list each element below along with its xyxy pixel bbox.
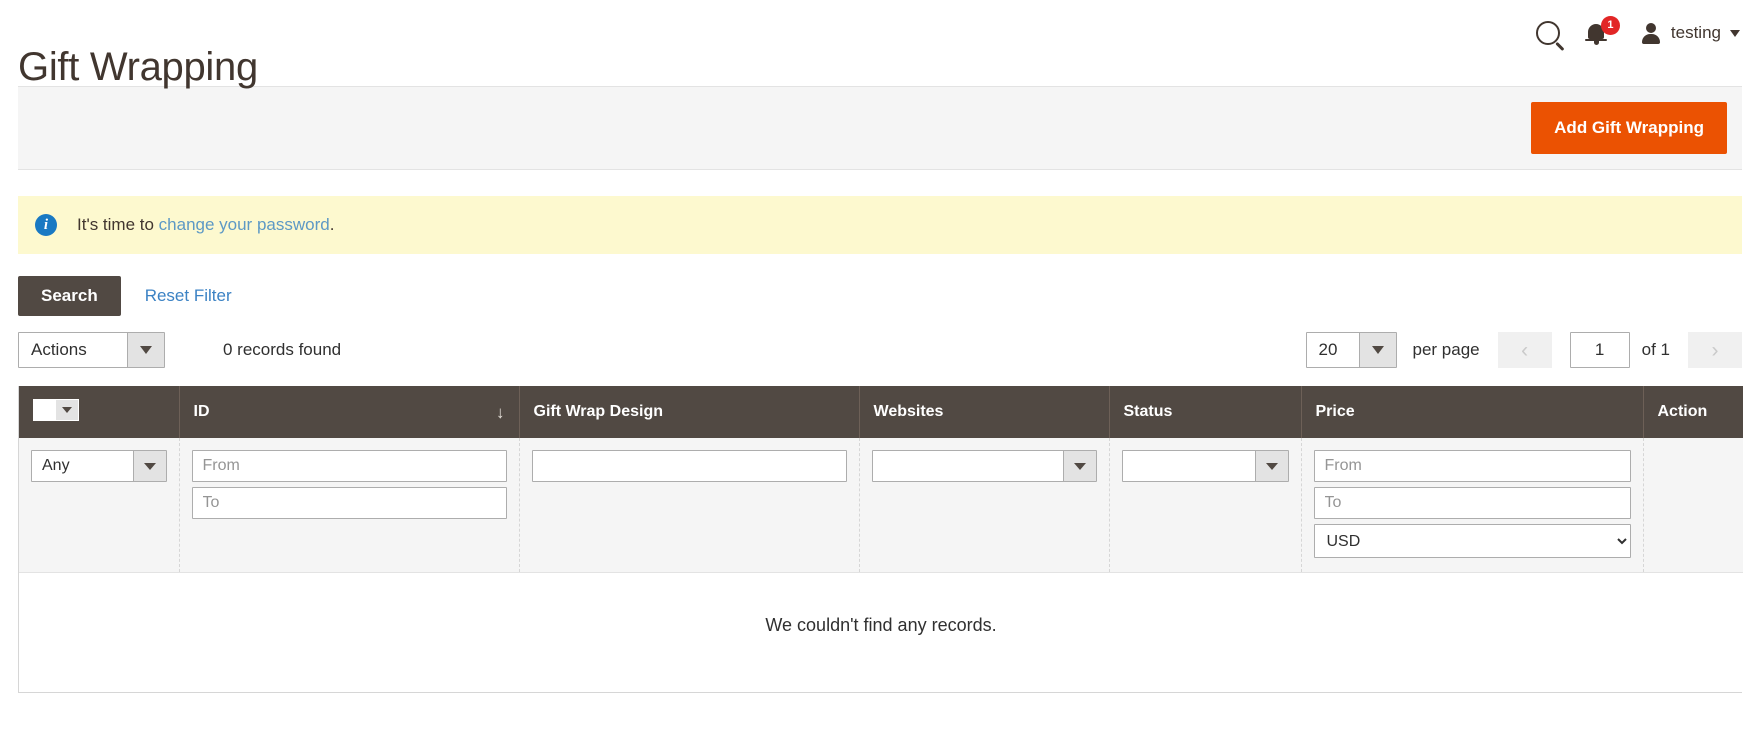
grid-header-row: ID ↓ Gift Wrap Design Websites Status Pr… (19, 386, 1743, 438)
grid-filter-actions: Search Reset Filter (18, 276, 1742, 316)
search-icon (1535, 21, 1560, 45)
grid-body: Any From To From To USD We couldn't find… (19, 438, 1743, 692)
search-button[interactable] (1535, 21, 1560, 45)
notice-suffix: . (329, 215, 335, 234)
page-title: Gift Wrapping (18, 44, 258, 89)
filter-cell-id (179, 438, 520, 573)
column-header-massaction (19, 386, 180, 438)
change-password-link[interactable]: change your password (159, 215, 330, 234)
per-page-label: per page (1412, 340, 1480, 359)
chevron-down-icon (62, 407, 72, 413)
info-icon: i (35, 214, 57, 236)
chevron-down-icon (143, 462, 156, 470)
previous-page-button[interactable]: ‹ (1497, 332, 1552, 368)
filter-price-to-input[interactable] (1313, 487, 1631, 519)
column-header-gift-wrap-design[interactable]: Gift Wrap Design (519, 386, 860, 438)
filter-cell-massaction: Any (19, 438, 180, 573)
bell-icon: 1 (1584, 16, 1620, 48)
filter-cell-websites (859, 438, 1110, 573)
filter-currency-select[interactable]: USD (1313, 524, 1631, 558)
gift-wrapping-grid: ID ↓ Gift Wrap Design Websites Status Pr… (18, 386, 1743, 693)
filter-id-from-input[interactable] (191, 450, 507, 482)
grid-head: ID ↓ Gift Wrap Design Websites Status Pr… (19, 386, 1743, 438)
column-header-id-label: ID (193, 403, 210, 420)
filter-status-value (1123, 451, 1255, 481)
records-found-label: 0 records found (223, 340, 342, 359)
filter-websites-value (873, 451, 1063, 481)
chevron-down-icon (1073, 462, 1086, 470)
column-header-price[interactable]: Price (1301, 386, 1644, 438)
chevron-down-icon (1371, 346, 1384, 354)
user-menu[interactable]: testing (1640, 22, 1740, 44)
filter-status-select[interactable] (1121, 450, 1289, 482)
pager: 20 per page ‹ of 1 › (1305, 332, 1742, 368)
chevron-down-icon (140, 346, 152, 354)
search-button-grid[interactable]: Search (18, 276, 121, 316)
filter-cell-status (1109, 438, 1302, 573)
filter-cell-gift-wrap-design (519, 438, 860, 573)
header-actions: 1 testing (1535, 16, 1740, 48)
next-page-button[interactable]: › (1688, 332, 1742, 368)
page-actions-toolbar: Add Gift Wrapping (18, 86, 1742, 170)
total-pages-label: of 1 (1641, 340, 1670, 359)
user-avatar-icon (1640, 22, 1662, 44)
filter-id-to-input[interactable] (191, 487, 507, 519)
sort-desc-icon: ↓ (496, 402, 505, 422)
grid-empty-message: We couldn't find any records. (19, 572, 1743, 692)
chevron-right-icon: › (1711, 338, 1719, 362)
column-header-id[interactable]: ID ↓ (179, 386, 520, 438)
chevron-left-icon: ‹ (1521, 338, 1529, 362)
filter-status-toggle[interactable] (1254, 451, 1288, 481)
column-header-websites[interactable]: Websites (859, 386, 1110, 438)
notice-prefix: It's time to (77, 215, 159, 234)
select-all-checkbox[interactable] (34, 400, 56, 420)
notification-count-badge: 1 (1600, 16, 1620, 35)
notice-message: i It's time to change your password. (18, 196, 1742, 254)
chevron-down-icon (1730, 29, 1740, 37)
filter-cell-action (1643, 438, 1743, 573)
filter-massaction-value: Any (42, 457, 70, 474)
filter-websites-select[interactable] (871, 450, 1097, 482)
messages-area: i It's time to change your password. (18, 196, 1742, 254)
add-gift-wrapping-button[interactable]: Add Gift Wrapping (1531, 102, 1727, 154)
filter-cell-price: USD (1301, 438, 1644, 573)
filter-massaction-select[interactable]: Any (31, 450, 167, 482)
page-header: Gift Wrapping 1 testing (0, 0, 1760, 89)
massaction-select-toggle[interactable] (127, 333, 164, 367)
select-all-control[interactable] (33, 399, 79, 421)
grid-filter-row: Any From To From To USD (19, 438, 1743, 573)
select-all-dropdown-toggle[interactable] (56, 400, 78, 420)
column-header-action: Action (1643, 386, 1743, 438)
filter-websites-toggle[interactable] (1062, 451, 1096, 481)
filter-price-from-input[interactable] (1313, 450, 1631, 482)
notifications-button[interactable]: 1 (1584, 16, 1620, 48)
chevron-down-icon (1265, 462, 1278, 470)
reset-filter-link[interactable]: Reset Filter (145, 286, 232, 306)
user-name-label: testing (1670, 23, 1721, 42)
massaction-select[interactable]: Actions (18, 332, 165, 368)
grid-header-toolbar: Actions 0 records found 20 per page ‹ of… (18, 329, 1742, 371)
notice-message-text: It's time to change your password. (77, 215, 334, 235)
data-grid-table: ID ↓ Gift Wrap Design Websites Status Pr… (19, 386, 1743, 692)
grid-empty-row: We couldn't find any records. (19, 572, 1743, 692)
massaction-select-value: Actions (31, 340, 87, 359)
column-header-status[interactable]: Status (1109, 386, 1302, 438)
per-page-select-toggle[interactable] (1358, 333, 1396, 367)
filter-massaction-toggle[interactable] (132, 451, 166, 481)
per-page-select-value: 20 (1318, 340, 1338, 359)
per-page-select[interactable]: 20 (1305, 332, 1397, 368)
current-page-input[interactable] (1569, 332, 1630, 368)
filter-gift-wrap-design-input[interactable] (531, 450, 847, 482)
